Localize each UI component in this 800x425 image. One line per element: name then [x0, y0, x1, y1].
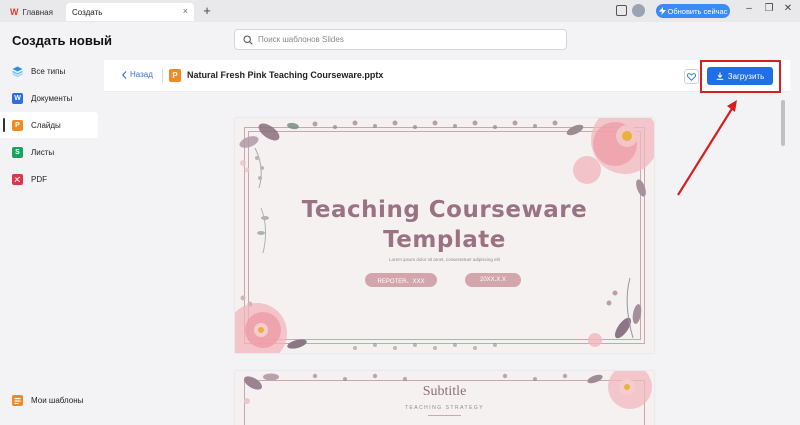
annotation-arrow [677, 100, 737, 196]
